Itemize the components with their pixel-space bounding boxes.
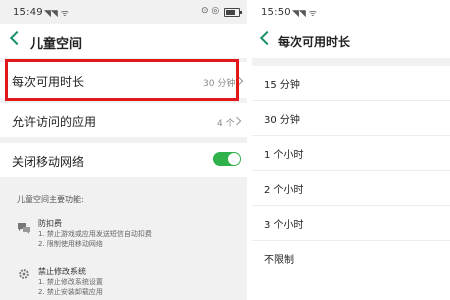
option-label: 不限制 — [264, 255, 294, 266]
feature-line: 2. 禁止安装卸载应用 — [38, 288, 103, 296]
app-header: 儿童空间 — [0, 24, 247, 58]
status-bar: 15:49 ◥◥ ᯤ ⊙ ◎ — [0, 0, 247, 24]
mobile-network-row: 关闭移动网络 — [0, 143, 247, 177]
option-15-min[interactable]: 15 分钟 — [252, 66, 450, 101]
gear-icon — [19, 269, 29, 279]
duration-picker-screen: 15:50 ◥◥ ᯤ 每次可用时长 15 分钟 30 分钟 1 个小时 2 个小… — [252, 0, 450, 300]
signal-icon: ◥◥ ᯤ — [292, 9, 317, 19]
chat-bubble-icon — [18, 223, 30, 234]
back-arrow-icon[interactable] — [259, 30, 275, 46]
status-time: 15:49 — [13, 7, 43, 18]
allowed-apps-row[interactable]: 允许访问的应用 4 个 — [0, 103, 247, 137]
mobile-network-toggle[interactable] — [213, 152, 241, 166]
feature-line: 1. 禁止游戏或应用发送短信自动扣费 — [38, 230, 152, 238]
page-title: 每次可用时长 — [278, 35, 351, 49]
signal-icon: ◥◥ ᯤ — [44, 9, 69, 19]
feature-line: 2. 限制使用移动网络 — [38, 240, 103, 248]
option-label: 30 分钟 — [264, 115, 300, 126]
option-2-hours[interactable]: 2 个小时 — [252, 171, 450, 206]
allowed-apps-value: 4 个 — [217, 119, 235, 129]
feature-title: 防扣费 — [38, 219, 62, 228]
highlight-box — [5, 59, 239, 101]
option-label: 2 个小时 — [264, 185, 304, 196]
battery-icon — [224, 8, 242, 17]
page-title: 儿童空间 — [30, 37, 83, 52]
option-label: 3 个小时 — [264, 220, 304, 231]
features-section: 儿童空间主要功能: 防扣费 1. 禁止游戏或应用发送短信自动扣费 2. 限制使用… — [0, 178, 247, 300]
allowed-apps-label: 允许访问的应用 — [12, 115, 97, 129]
option-1-hour[interactable]: 1 个小时 — [252, 136, 450, 171]
status-time: 15:50 — [261, 7, 291, 18]
features-heading: 儿童空间主要功能: — [17, 195, 84, 204]
option-30-min[interactable]: 30 分钟 — [252, 101, 450, 136]
feature-line: 1. 禁止修改系统设置 — [38, 278, 103, 286]
alarm-icon: ⊙ ◎ — [201, 6, 220, 16]
mobile-network-label: 关闭移动网络 — [12, 155, 85, 169]
kids-space-screen: 15:49 ◥◥ ᯤ ⊙ ◎ 儿童空间 每次可用时长 30 分钟 允许访问的应用… — [0, 0, 247, 300]
app-header: 每次可用时长 — [252, 24, 450, 58]
section-gap — [252, 58, 450, 66]
option-unlimited[interactable]: 不限制 — [252, 241, 450, 275]
feature-title: 禁止修改系统 — [38, 267, 86, 276]
toggle-knob — [228, 153, 240, 165]
option-label: 1 个小时 — [264, 150, 304, 161]
option-label: 15 分钟 — [264, 80, 300, 91]
option-3-hours[interactable]: 3 个小时 — [252, 206, 450, 241]
status-bar: 15:50 ◥◥ ᯤ — [252, 0, 450, 24]
back-arrow-icon[interactable] — [9, 30, 25, 46]
